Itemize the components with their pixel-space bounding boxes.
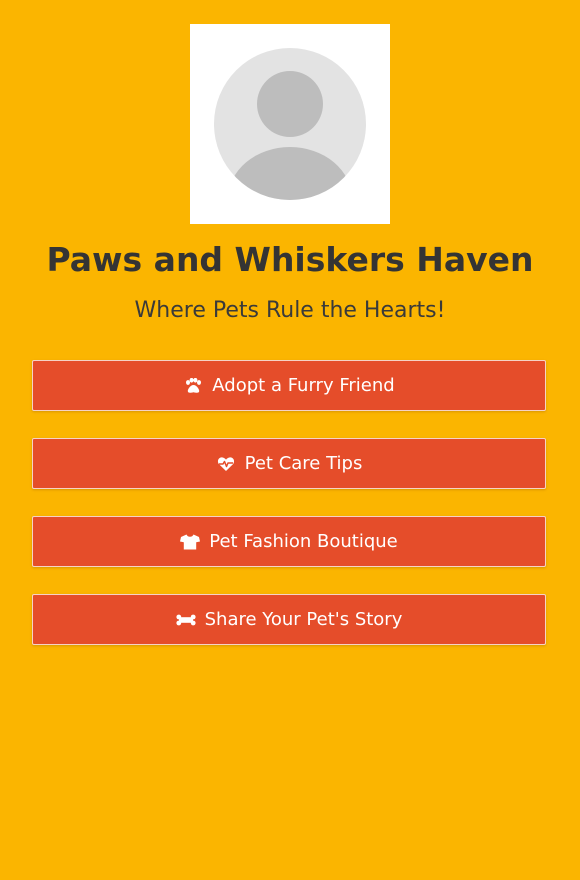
- adopt-furry-friend-label: Adopt a Furry Friend: [212, 375, 395, 396]
- heartbeat-icon: [216, 454, 236, 474]
- pet-fashion-boutique-label: Pet Fashion Boutique: [209, 531, 398, 552]
- bone-icon: [176, 610, 196, 630]
- share-pet-story-button[interactable]: Share Your Pet's Story: [32, 594, 546, 645]
- pet-care-tips-label: Pet Care Tips: [244, 453, 363, 474]
- avatar-placeholder-icon: [214, 48, 366, 200]
- profile-picture: [190, 24, 390, 224]
- paw-icon: [183, 376, 203, 396]
- page-subtitle: Where Pets Rule the Hearts!: [134, 298, 446, 323]
- pet-fashion-boutique-button[interactable]: Pet Fashion Boutique: [32, 516, 546, 567]
- pet-care-tips-button[interactable]: Pet Care Tips: [32, 438, 546, 489]
- share-pet-story-label: Share Your Pet's Story: [204, 609, 403, 630]
- adopt-furry-friend-button[interactable]: Adopt a Furry Friend: [32, 360, 546, 411]
- page-title: Paws and Whiskers Haven: [46, 240, 534, 279]
- shirt-icon: [180, 532, 201, 552]
